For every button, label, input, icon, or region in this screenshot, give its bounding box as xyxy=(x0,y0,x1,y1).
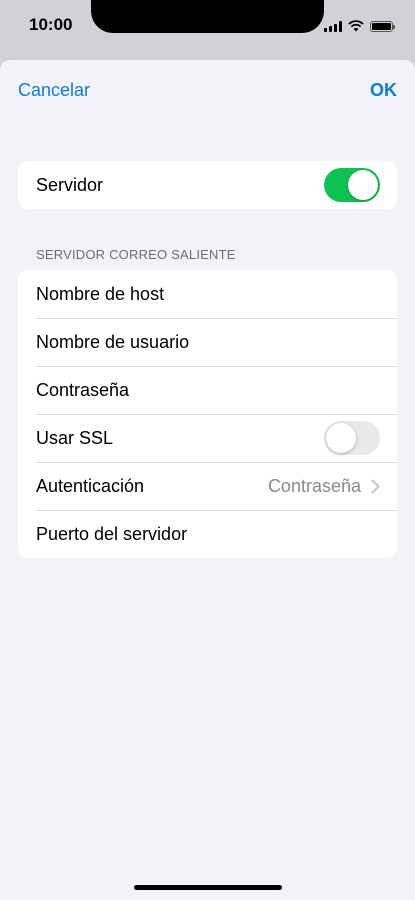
authentication-label: Autenticación xyxy=(36,475,145,496)
password-label: Contraseña xyxy=(36,379,130,400)
server-settings-sheet: Cancelar OK Servidor SERVIDOR CORREO SAL… xyxy=(0,60,415,900)
ok-button[interactable]: OK xyxy=(370,80,397,101)
host-name-label: Nombre de host xyxy=(36,283,165,304)
server-label: Servidor xyxy=(36,174,104,195)
authentication-row[interactable]: Autenticación Contraseña xyxy=(18,462,397,510)
username-row[interactable]: Nombre de usuario xyxy=(18,318,397,366)
battery-icon xyxy=(370,21,395,32)
server-port-row[interactable]: Puerto del servidor xyxy=(18,510,397,558)
cancel-button[interactable]: Cancelar xyxy=(18,80,90,101)
use-ssl-label: Usar SSL xyxy=(36,427,114,448)
use-ssl-row: Usar SSL xyxy=(18,414,397,462)
server-row: Servidor xyxy=(18,161,397,209)
status-bar: 10:00 xyxy=(0,0,415,60)
wifi-icon xyxy=(348,20,364,32)
use-ssl-toggle[interactable] xyxy=(324,421,380,455)
status-time: 10:00 xyxy=(29,15,73,34)
outgoing-server-group: Nombre de host Nombre de usuario Contras… xyxy=(18,270,397,558)
password-row[interactable]: Contraseña xyxy=(18,366,397,414)
host-name-row[interactable]: Nombre de host xyxy=(18,270,397,318)
server-port-label: Puerto del servidor xyxy=(36,523,188,544)
server-toggle[interactable] xyxy=(324,168,380,202)
cellular-signal-icon xyxy=(324,21,342,32)
outgoing-server-header: SERVIDOR CORREO SALIENTE xyxy=(36,247,236,262)
status-icons xyxy=(324,18,395,32)
authentication-value: Contraseña xyxy=(267,475,361,496)
username-label: Nombre de usuario xyxy=(36,331,190,352)
chevron-right-icon xyxy=(371,479,380,493)
server-group: Servidor xyxy=(18,161,397,209)
device-notch xyxy=(91,0,324,33)
home-indicator[interactable] xyxy=(134,885,282,890)
